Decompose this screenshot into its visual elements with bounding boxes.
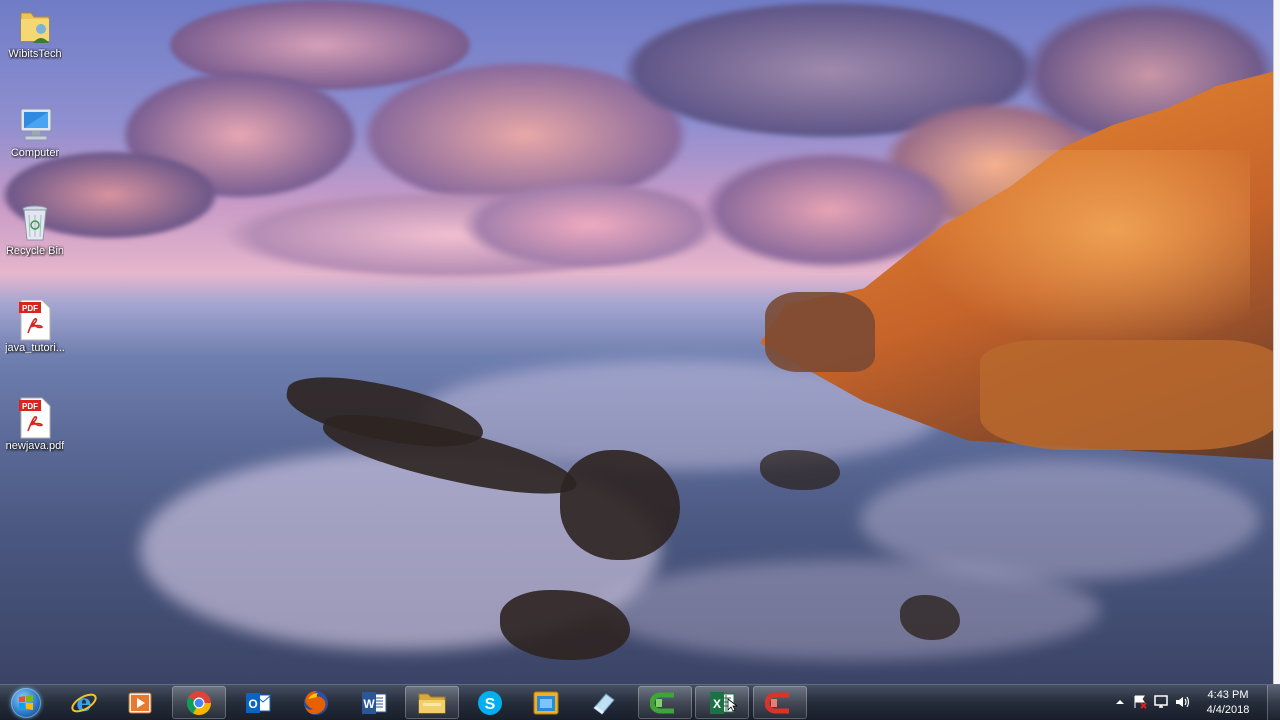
desktop-icon-recycle-bin[interactable]: Recycle Bin	[0, 203, 70, 257]
clock-time: 4:43 PM	[1207, 689, 1249, 701]
taskbar-clock[interactable]: 4:43 PM 4/4/2018	[1198, 688, 1258, 718]
taskbar-camtasia-studio[interactable]	[753, 686, 807, 719]
right-edge-panel	[1273, 0, 1280, 685]
desktop-icon-label: newjava.pdf	[5, 440, 65, 452]
svg-text:PDF: PDF	[22, 402, 38, 411]
taskbar-eraser-tool[interactable]	[577, 686, 631, 719]
svg-text:PDF: PDF	[22, 304, 38, 313]
volume-icon[interactable]	[1174, 694, 1190, 710]
mouse-cursor-icon	[727, 698, 737, 712]
network-icon[interactable]	[1153, 694, 1169, 710]
taskbar-app-window[interactable]	[519, 686, 573, 719]
desktop-icon-label: Computer	[10, 147, 60, 159]
taskbar-media-player[interactable]	[113, 686, 167, 719]
taskbar-chrome[interactable]	[172, 686, 226, 719]
clock-date: 4/4/2018	[1206, 704, 1250, 716]
taskbar-skype[interactable]: S	[463, 686, 517, 719]
pdf-file-icon: PDF	[15, 397, 55, 439]
desktop-wallpaper	[0, 0, 1280, 685]
recycle-bin-icon	[15, 203, 55, 243]
firefox-icon	[304, 690, 328, 715]
desktop-icon-computer[interactable]: Computer	[0, 105, 70, 159]
taskbar-firefox[interactable]	[289, 686, 343, 719]
pdf-file-icon: PDF	[15, 299, 55, 341]
show-hidden-icons-icon[interactable]	[1112, 694, 1128, 710]
taskbar-outlook[interactable]: O	[231, 686, 285, 719]
eraser-icon	[593, 692, 615, 715]
svg-text:W: W	[363, 697, 375, 711]
desktop-icon-wibitstech[interactable]: WibitsTech	[0, 6, 70, 60]
windows-start-icon	[11, 688, 41, 718]
word-icon: W	[362, 691, 387, 714]
taskbar-word[interactable]: W	[347, 686, 401, 719]
taskbar-internet-explorer[interactable]: e	[57, 686, 111, 719]
outlook-icon: O	[246, 692, 271, 713]
action-center-icon[interactable]	[1132, 694, 1148, 710]
skype-icon: S	[478, 690, 502, 715]
media-player-icon	[128, 692, 152, 713]
svg-text:S: S	[485, 696, 496, 713]
chrome-icon	[186, 690, 211, 715]
desktop-icon-java-tutorial-pdf[interactable]: PDF java_tutori...	[0, 299, 70, 354]
show-desktop-button[interactable]	[1267, 685, 1280, 720]
internet-explorer-icon: e	[71, 689, 97, 717]
app-window-icon	[533, 691, 559, 714]
desktop-icon-label: WibitsTech	[8, 48, 62, 60]
desktop-icon-label: java_tutori...	[5, 342, 65, 354]
user-folder-icon	[15, 6, 55, 46]
taskbar-excel[interactable]: X	[695, 686, 749, 719]
desktop-icon-label: Recycle Bin	[5, 245, 65, 257]
file-explorer-icon	[418, 693, 446, 713]
desktop-icon-newjava-pdf[interactable]: PDF newjava.pdf	[0, 397, 70, 452]
computer-icon	[15, 105, 55, 145]
system-tray: 4:43 PM 4/4/2018	[1110, 685, 1280, 720]
taskbar-camtasia-recorder[interactable]	[638, 686, 692, 719]
start-button[interactable]	[6, 686, 46, 720]
taskbar-file-explorer[interactable]	[405, 686, 459, 719]
svg-text:O: O	[248, 697, 257, 711]
camtasia-green-icon	[650, 692, 674, 713]
svg-text:X: X	[713, 697, 721, 711]
camtasia-red-icon	[765, 692, 789, 713]
svg-text:e: e	[76, 689, 91, 717]
taskbar: e O W S X 4:43 PM 4/4/2018	[0, 684, 1280, 720]
